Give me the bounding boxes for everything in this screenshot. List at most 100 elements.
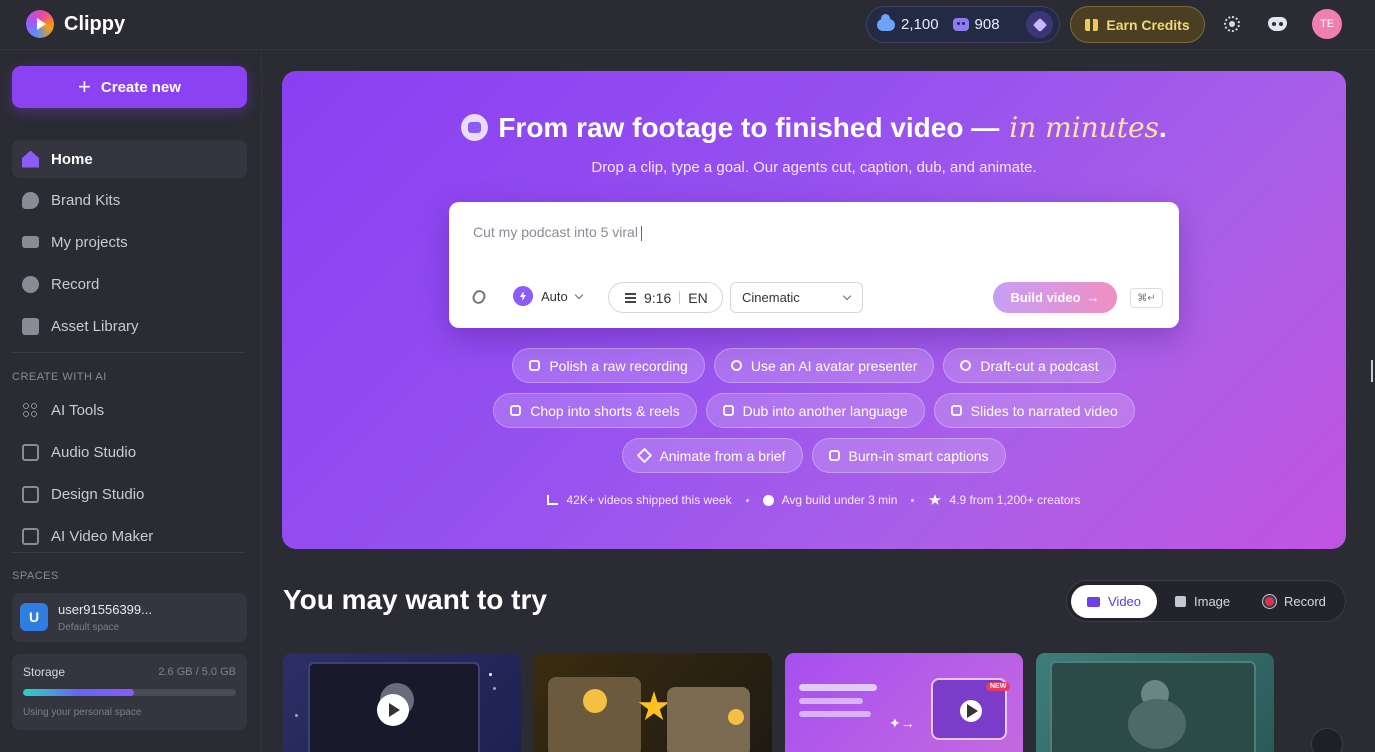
library-icon <box>22 317 39 335</box>
prompt-box[interactable]: Cut my podcast into 5 viral Auto 9:16 EN… <box>449 202 1179 328</box>
sidebar-item-record[interactable]: Record <box>12 265 247 303</box>
logo-mark-icon <box>26 10 54 38</box>
chip-polish-recording[interactable]: Polish a raw recording <box>512 348 705 383</box>
chip-smart-captions[interactable]: Burn-in smart captions <box>811 438 1006 473</box>
template-card[interactable]: NEW ✦→ <box>785 653 1023 752</box>
template-card[interactable] <box>534 653 772 752</box>
robot-icon <box>952 18 969 31</box>
sidebar-item-label: My projects <box>51 233 128 251</box>
aspect-ratio: 9:16 <box>644 289 672 306</box>
template-card[interactable] <box>283 653 521 752</box>
sidebar-item-home[interactable]: Home <box>12 140 247 178</box>
carousel-next-button[interactable] <box>1311 728 1343 752</box>
chip-ai-avatar[interactable]: Use an AI avatar presenter <box>713 348 935 383</box>
chip-animate-brief[interactable]: Animate from a brief <box>622 438 803 473</box>
media-type-tabs: Video Image Record <box>1066 580 1346 622</box>
sidebar-item-my-projects[interactable]: My projects <box>12 223 247 261</box>
text-caret <box>640 225 642 241</box>
storage-panel: Storage 2.6 GB / 5.0 GB Using your perso… <box>12 654 247 730</box>
magic-wand-icon <box>637 447 653 464</box>
star-badge-icon <box>583 689 607 713</box>
app-logo[interactable]: Clippy <box>26 10 125 38</box>
gift-icon <box>1085 18 1099 31</box>
storage-value: 2.6 GB / 5.0 GB <box>158 666 236 678</box>
tab-image[interactable]: Image <box>1159 585 1246 618</box>
arrow-right-icon: → <box>1086 290 1100 305</box>
language-code: EN <box>688 289 708 306</box>
chip-draft-cut-podcast[interactable]: Draft-cut a podcast <box>943 348 1116 383</box>
chip-slides-narrated[interactable]: Slides to narrated video <box>933 393 1135 428</box>
earn-credits-button[interactable]: Earn Credits <box>1070 6 1205 43</box>
tab-video[interactable]: Video <box>1071 585 1158 618</box>
star-icon <box>928 494 942 505</box>
chip-shorts-reels[interactable]: Chop into shorts & reels <box>493 393 697 428</box>
hero-panel: From raw footage to finished video — in … <box>282 71 1346 549</box>
hero-title-text: From raw footage to finished video — <box>498 111 1000 143</box>
template-card[interactable] <box>1036 653 1274 752</box>
prompt-input[interactable]: Cut my podcast into 5 viral <box>473 224 642 241</box>
credits-pill[interactable]: 2,100 908 <box>866 6 1060 43</box>
space-card[interactable]: U user91556399... Default space <box>12 593 247 642</box>
play-icon[interactable] <box>960 700 982 722</box>
mode-selector[interactable]: Auto <box>513 286 583 306</box>
podcast-icon <box>960 360 972 371</box>
scrollbar-handle[interactable] <box>1371 360 1373 382</box>
earn-credits-label: Earn Credits <box>1106 16 1190 33</box>
build-video-button[interactable]: Build video → <box>993 282 1117 313</box>
sidebar-item-label: Design Studio <box>51 485 145 503</box>
sidebar-item-design-studio[interactable]: Design Studio <box>12 475 247 513</box>
sidebar-item-ai-tools[interactable]: AI Tools <box>12 391 247 429</box>
theme-toggle-sun-icon[interactable] <box>1224 16 1240 32</box>
stat-rating: 4.9 from 1,200+ creators <box>928 493 1081 507</box>
image-icon <box>1175 596 1186 607</box>
try-section-title: You may want to try <box>283 584 547 615</box>
record-icon <box>22 275 39 293</box>
sidebar-item-label: Home <box>51 150 93 168</box>
discord-icon[interactable] <box>1268 17 1287 31</box>
format-language-selector[interactable]: 9:16 EN <box>608 282 723 313</box>
cloud-credits: 2,100 <box>877 13 939 33</box>
text-line <box>799 698 863 704</box>
lightning-icon <box>513 286 533 306</box>
storage-subtitle: Using your personal space <box>23 707 142 718</box>
chevron-down-icon <box>842 291 852 301</box>
text-line <box>799 684 877 691</box>
record-icon <box>1263 595 1276 608</box>
premium-gem-button[interactable] <box>1026 11 1053 38</box>
sidebar-item-label: Record <box>51 275 100 293</box>
grid-icon <box>22 401 39 419</box>
sidebar-item-label: Brand Kits <box>51 191 121 209</box>
tab-record[interactable]: Record <box>1247 585 1342 618</box>
keyboard-shortcut-hint: ⌘↵ <box>1130 288 1163 308</box>
hero-subtitle: Drop a clip, type a goal. Our agents cut… <box>591 159 1037 176</box>
translate-icon <box>722 405 734 416</box>
slides-icon <box>950 405 962 416</box>
home-icon <box>22 150 39 168</box>
storage-progress-fill <box>23 689 134 696</box>
hero-title: From raw footage to finished video — in … <box>282 111 1346 144</box>
sidebar-item-brand-kits[interactable]: Brand Kits <box>12 181 247 219</box>
style-select[interactable]: Cinematic <box>730 282 863 313</box>
user-avatar[interactable]: TE <box>1312 9 1342 39</box>
create-new-button[interactable]: + Create new <box>12 66 247 108</box>
play-icon[interactable] <box>377 694 409 726</box>
sidebar: + Create new Home Brand Kits My projects… <box>0 51 262 752</box>
sidebar-item-ai-video-maker[interactable]: AI Video Maker <box>12 517 247 555</box>
separator <box>679 291 681 304</box>
stats-row: 42K+ videos shipped this week Avg build … <box>282 493 1346 507</box>
person-body <box>1128 699 1186 749</box>
sidebar-item-audio-studio[interactable]: Audio Studio <box>12 433 247 471</box>
chip-dub-language[interactable]: Dub into another language <box>705 393 925 428</box>
cloud-icon <box>877 13 895 31</box>
attach-paperclip-icon[interactable] <box>470 287 488 307</box>
plus-icon: + <box>78 74 91 99</box>
avatar-icon <box>730 360 742 371</box>
create-new-label: Create new <box>100 78 181 96</box>
sidebar-item-label: Audio Studio <box>51 443 137 461</box>
agent-credits-value: 908 <box>974 16 1000 33</box>
sidebar-item-asset-library[interactable]: Asset Library <box>12 307 247 345</box>
top-bar: Clippy 2,100 908 Earn Credits TE <box>0 0 1375 50</box>
cloud-credits-value: 2,100 <box>901 16 939 33</box>
video-camera-icon <box>22 236 39 248</box>
spaces-heading: SPACES <box>12 570 59 582</box>
